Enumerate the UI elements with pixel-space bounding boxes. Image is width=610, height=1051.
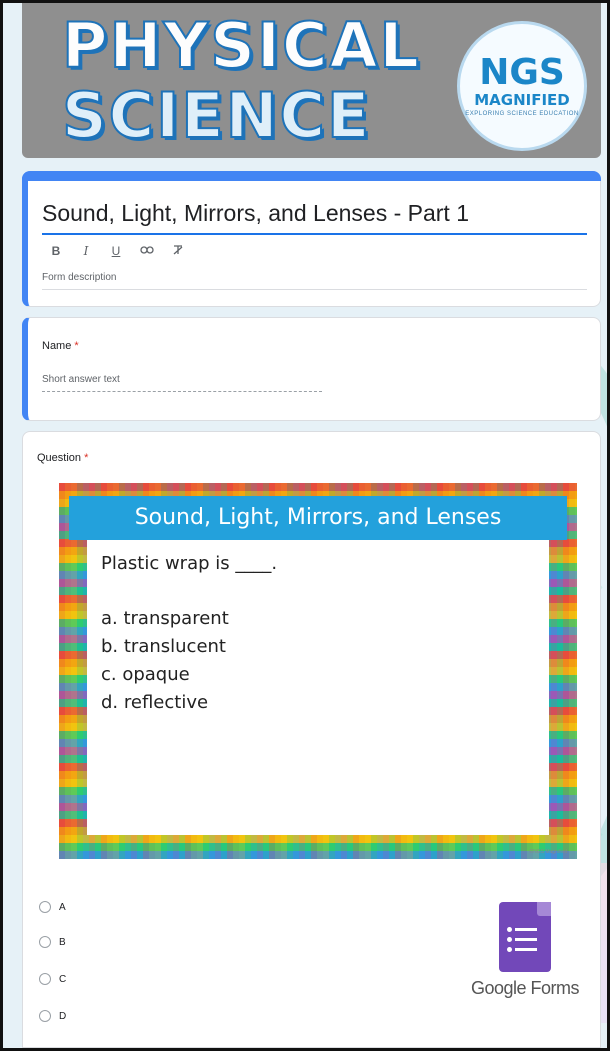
header-banner: PHYSICAL SCIENCE NGS MAGNIFIED EXPLORING… bbox=[22, 3, 601, 158]
list-line bbox=[507, 947, 537, 952]
form-description-input[interactable]: Form description bbox=[42, 272, 587, 290]
option-label: C bbox=[59, 973, 67, 985]
slide-copyright: ©NGS Magnified bbox=[529, 849, 567, 855]
option-c[interactable]: C bbox=[39, 973, 66, 985]
name-question-card[interactable]: Name * Short answer text bbox=[22, 317, 601, 421]
option-label: B bbox=[59, 936, 66, 948]
google-forms-text: Google Forms bbox=[470, 978, 580, 998]
option-a[interactable]: A bbox=[39, 901, 66, 913]
logo-main-text: NGS bbox=[479, 52, 565, 93]
slide-choice: d. reflective bbox=[101, 692, 209, 713]
google-forms-icon bbox=[499, 902, 551, 972]
slide-heading: Sound, Light, Mirrors, and Lenses bbox=[69, 496, 567, 540]
underline-button[interactable]: U bbox=[110, 244, 122, 259]
slide-choices: a. transparent b. translucent c. opaque … bbox=[101, 605, 229, 717]
banner-title-line1: PHYSICAL bbox=[61, 8, 421, 83]
slide-choice: a. transparent bbox=[101, 608, 229, 629]
form-title-input[interactable]: Sound, Light, Mirrors, and Lenses - Part… bbox=[42, 200, 587, 235]
name-question-label: Name * bbox=[42, 340, 79, 352]
option-label: D bbox=[59, 1010, 67, 1022]
option-d[interactable]: D bbox=[39, 1010, 66, 1022]
clear-format-icon[interactable] bbox=[172, 244, 184, 259]
required-asterisk: * bbox=[74, 340, 79, 352]
logo-tagline: EXPLORING SCIENCE EDUCATION bbox=[465, 111, 579, 117]
question-image: Sound, Light, Mirrors, and Lenses Plasti… bbox=[59, 483, 577, 859]
option-b[interactable]: B bbox=[39, 936, 66, 948]
name-label-text: Name bbox=[42, 340, 72, 352]
ngs-magnified-logo: NGS MAGNIFIED EXPLORING SCIENCE EDUCATIO… bbox=[457, 21, 587, 151]
question-label: Question * bbox=[37, 452, 88, 464]
form-header-card[interactable]: Sound, Light, Mirrors, and Lenses - Part… bbox=[22, 171, 601, 307]
link-icon[interactable] bbox=[140, 244, 154, 259]
list-line bbox=[507, 927, 537, 932]
slide-choice: b. translucent bbox=[101, 636, 226, 657]
question-card[interactable]: Question * Sound, Light, Mirrors, and Le… bbox=[22, 431, 601, 1048]
google-forms-watermark: Google Forms bbox=[465, 902, 585, 999]
italic-button[interactable]: I bbox=[80, 244, 92, 259]
radio-button[interactable] bbox=[39, 936, 51, 948]
radio-button[interactable] bbox=[39, 901, 51, 913]
list-line bbox=[507, 937, 537, 942]
text-format-toolbar: B I U bbox=[50, 244, 184, 259]
question-label-text: Question bbox=[37, 452, 82, 464]
slide-choice: c. opaque bbox=[101, 664, 190, 685]
slide-prompt: Plastic wrap is ____. bbox=[101, 553, 278, 574]
option-label: A bbox=[59, 901, 66, 913]
radio-button[interactable] bbox=[39, 973, 51, 985]
logo-sub-text: MAGNIFIED bbox=[474, 91, 570, 109]
bold-button[interactable]: B bbox=[50, 244, 62, 259]
short-answer-field[interactable]: Short answer text bbox=[42, 374, 322, 392]
banner-title-line2: SCIENCE bbox=[61, 78, 372, 153]
radio-button[interactable] bbox=[39, 1010, 51, 1022]
form-editor-window: PHYSICAL SCIENCE NGS MAGNIFIED EXPLORING… bbox=[0, 0, 610, 1051]
required-asterisk: * bbox=[84, 452, 89, 464]
